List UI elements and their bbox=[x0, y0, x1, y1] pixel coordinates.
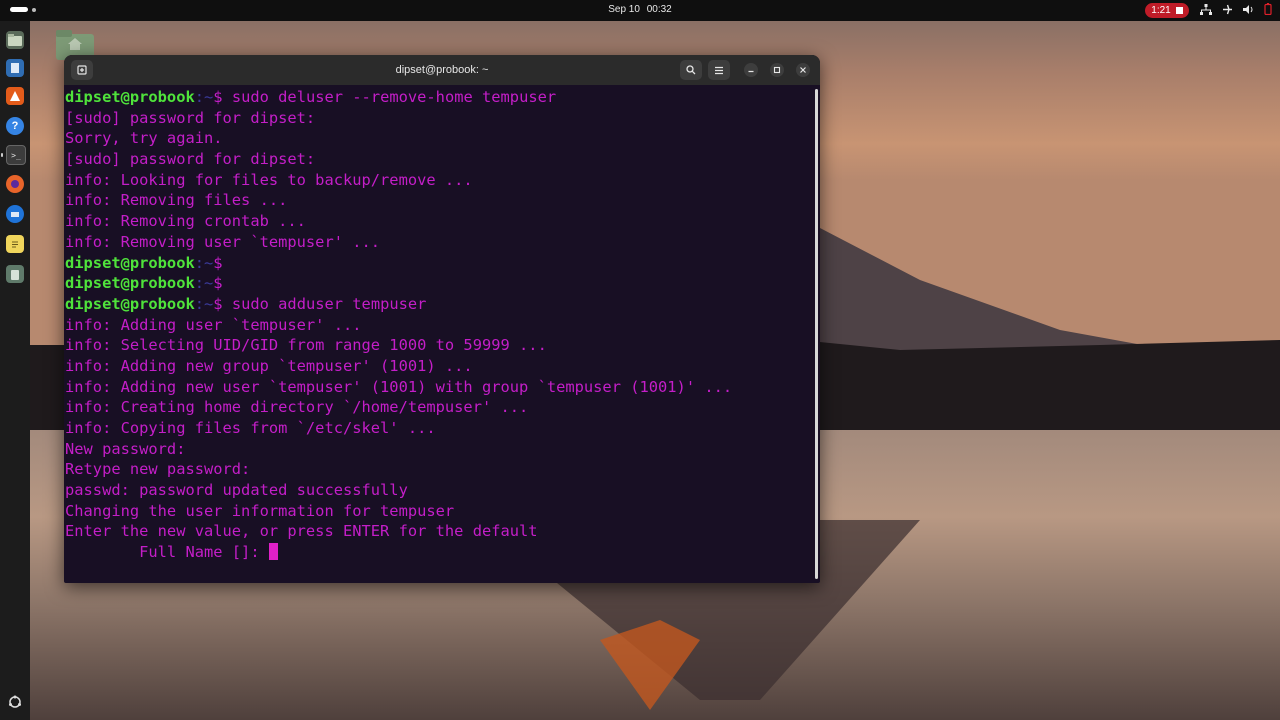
output-text: info: Removing crontab ... bbox=[65, 212, 306, 231]
output-text: info: Copying files from `/etc/skel' ... bbox=[65, 419, 436, 437]
terminal-icon[interactable]: >_ bbox=[6, 145, 26, 165]
clock[interactable]: Sep 10 00:32 bbox=[0, 4, 1280, 15]
window-title: dipset@probook: ~ bbox=[395, 64, 489, 76]
output-line: info: Looking for files to backup/remove… bbox=[65, 170, 820, 191]
hamburger-menu-icon bbox=[715, 66, 723, 74]
text-cursor bbox=[268, 543, 278, 561]
prompt-path: :~ bbox=[194, 253, 214, 272]
search-button[interactable] bbox=[680, 60, 702, 80]
recording-time: 1:21 bbox=[1151, 5, 1171, 16]
minimize-icon bbox=[748, 70, 754, 73]
prompt-symbol: $ bbox=[213, 253, 223, 272]
prompt-user-host: dipset@probook bbox=[65, 274, 195, 293]
output-line: Retype new password: bbox=[65, 459, 820, 480]
output-line: Sorry, try again. bbox=[65, 128, 820, 149]
prompt-user-host: dipset@probook bbox=[65, 294, 195, 313]
output-text: Enter the new value, or press ENTER for … bbox=[65, 522, 538, 541]
trash-icon[interactable] bbox=[6, 265, 24, 283]
system-tray[interactable] bbox=[1200, 3, 1272, 15]
firefox-icon[interactable] bbox=[6, 175, 24, 193]
screen-recording-indicator[interactable]: 1:21 bbox=[1145, 3, 1189, 18]
output-text: Sorry, try again. bbox=[65, 129, 223, 148]
scrollbar[interactable] bbox=[815, 89, 818, 579]
output-line: info: Creating home directory `/home/tem… bbox=[65, 397, 820, 418]
output-text: info: Adding new user `tempuser' (1001) … bbox=[65, 377, 733, 396]
output-line: info: Removing user `tempuser' ... bbox=[65, 232, 820, 253]
prompt-user-host: dipset@probook bbox=[65, 253, 195, 272]
prompt-line: dipset@probook:~$ bbox=[65, 253, 820, 274]
output-text: New password: bbox=[65, 439, 186, 458]
terminal-output[interactable]: dipset@probook:~$ sudo deluser --remove-… bbox=[64, 86, 820, 583]
help-icon[interactable]: ? bbox=[6, 117, 24, 135]
top-bar: Sep 10 00:32 1:21 bbox=[0, 0, 1280, 21]
prompt-path: :~ bbox=[194, 274, 214, 293]
output-line: Full Name []: bbox=[65, 542, 820, 563]
output-line: info: Adding user `tempuser' ... bbox=[65, 315, 820, 336]
app-center-icon[interactable] bbox=[6, 87, 24, 105]
maximize-button[interactable] bbox=[770, 63, 784, 77]
search-icon bbox=[686, 65, 696, 75]
output-text: info: Selecting UID/GID from range 1000 … bbox=[65, 336, 547, 355]
output-text: info: Removing user `tempuser' ... bbox=[65, 232, 381, 251]
prompt-line: dipset@probook:~$ sudo deluser --remove-… bbox=[65, 87, 820, 108]
output-line: [sudo] password for dipset: bbox=[65, 149, 820, 170]
output-text: info: Creating home directory `/home/tem… bbox=[65, 398, 529, 417]
output-line: info: Removing files ... bbox=[65, 190, 820, 211]
output-line: info: Selecting UID/GID from range 1000 … bbox=[65, 335, 820, 356]
output-text: Full Name []: bbox=[65, 543, 269, 562]
output-text: passwd: password updated successfully bbox=[65, 481, 408, 500]
power-icon bbox=[1264, 3, 1272, 15]
output-line: Changing the user information for tempus… bbox=[65, 501, 820, 522]
output-line: [sudo] password for dipset: bbox=[65, 108, 820, 129]
output-line: info: Adding new group `tempuser' (1001)… bbox=[65, 356, 820, 377]
output-text: info: Adding user `tempuser' ... bbox=[65, 315, 362, 334]
stop-recording-icon bbox=[1175, 7, 1183, 14]
terminal-header-bar[interactable]: dipset@probook: ~ bbox=[64, 55, 820, 85]
network-icon bbox=[1200, 3, 1212, 15]
prompt-symbol: $ bbox=[213, 274, 223, 293]
clock-time: 00:32 bbox=[646, 4, 672, 15]
output-text: info: Looking for files to backup/remove… bbox=[65, 170, 473, 189]
thunderbird-icon[interactable] bbox=[6, 205, 24, 223]
prompt-path: :~ bbox=[194, 294, 214, 313]
output-line: passwd: password updated successfully bbox=[65, 480, 820, 501]
prompt-symbol: $ bbox=[213, 88, 223, 106]
notes-icon[interactable] bbox=[6, 235, 24, 253]
close-icon bbox=[800, 67, 806, 73]
prompt-user-host: dipset@probook bbox=[65, 88, 195, 106]
output-text: [sudo] password for dipset: bbox=[65, 150, 316, 169]
output-line: info: Adding new user `tempuser' (1001) … bbox=[65, 377, 820, 398]
dock: ? >_ bbox=[0, 21, 30, 720]
minimize-button[interactable] bbox=[744, 63, 758, 77]
output-text: info: Removing files ... bbox=[65, 191, 288, 210]
command-text: sudo deluser --remove-home tempuser bbox=[222, 88, 557, 106]
terminal-window[interactable]: dipset@probook: ~ dipset@probook:~$ sudo… bbox=[64, 55, 820, 583]
text-editor-blue-icon[interactable] bbox=[6, 59, 24, 77]
command-text: sudo adduser tempuser bbox=[222, 294, 427, 313]
output-text: [sudo] password for dipset: bbox=[65, 108, 316, 127]
maximize-icon bbox=[773, 66, 781, 74]
close-button[interactable] bbox=[796, 63, 810, 77]
output-line: New password: bbox=[65, 439, 820, 460]
output-text: Retype new password: bbox=[65, 460, 251, 479]
output-text: info: Adding new group `tempuser' (1001)… bbox=[65, 356, 473, 375]
output-line: info: Copying files from `/etc/skel' ... bbox=[65, 418, 820, 439]
volume-icon bbox=[1243, 4, 1253, 14]
clock-date: Sep 10 bbox=[608, 4, 640, 15]
show-apps-icon[interactable] bbox=[6, 693, 24, 711]
airplane-mode-icon bbox=[1223, 4, 1232, 14]
output-line: info: Removing crontab ... bbox=[65, 211, 820, 232]
files-icon[interactable] bbox=[6, 31, 24, 49]
prompt-line: dipset@probook:~$ bbox=[65, 273, 820, 294]
prompt-symbol: $ bbox=[213, 294, 223, 313]
output-line: Enter the new value, or press ENTER for … bbox=[65, 521, 820, 542]
output-text: Changing the user information for tempus… bbox=[65, 501, 455, 520]
prompt-path: :~ bbox=[194, 88, 214, 106]
prompt-line: dipset@probook:~$ sudo adduser tempuser bbox=[65, 294, 820, 315]
menu-button[interactable] bbox=[708, 60, 730, 80]
